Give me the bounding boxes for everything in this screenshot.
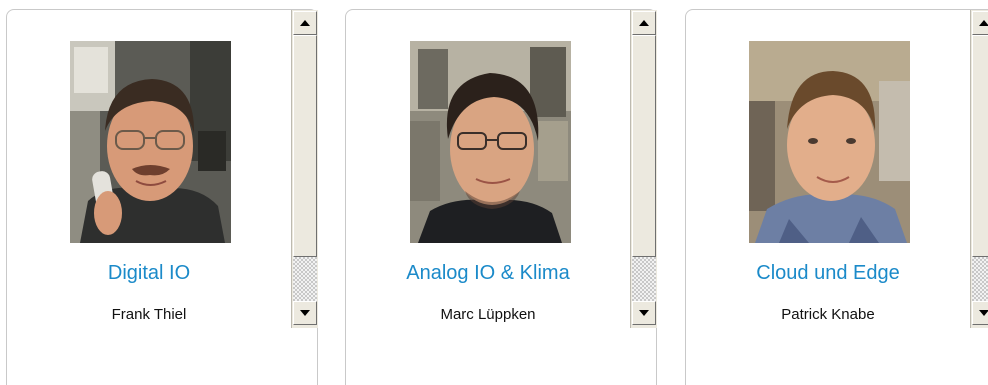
scrollbar-thumb[interactable]	[632, 35, 656, 257]
scroll-down-button[interactable]	[632, 301, 656, 325]
vertical-scrollbar[interactable]	[970, 10, 988, 328]
team-card-digital-io: Digital IO Frank Thiel	[6, 9, 318, 385]
portrait-photo-frank-thiel	[70, 41, 231, 243]
card-title[interactable]: Digital IO	[7, 261, 291, 285]
arrow-up-icon	[300, 20, 310, 26]
scroll-down-button[interactable]	[972, 301, 988, 325]
team-card-cloud-edge: Cloud und Edge Patrick Knabe	[685, 9, 988, 385]
card-person-name: Patrick Knabe	[781, 306, 875, 323]
scrollbar-track[interactable]	[972, 257, 988, 301]
card-person-name: Frank Thiel	[111, 306, 187, 323]
vertical-scrollbar[interactable]	[291, 10, 318, 328]
card-title[interactable]: Cloud und Edge	[686, 261, 970, 285]
scroll-up-button[interactable]	[972, 11, 988, 35]
scrollbar-track[interactable]	[293, 257, 317, 301]
portrait-photo-marc-lueppken	[410, 41, 571, 243]
portrait-photo-patrick-knabe	[749, 41, 910, 243]
arrow-up-icon	[979, 20, 988, 26]
arrow-down-icon	[639, 310, 649, 316]
team-card-analog-io: Analog IO & Klima Marc Lüppken	[345, 9, 657, 385]
scrollbar-thumb[interactable]	[293, 35, 317, 257]
card-person-name: Marc Lüppken	[440, 306, 536, 323]
vertical-scrollbar[interactable]	[630, 10, 657, 328]
scroll-up-button[interactable]	[293, 11, 317, 35]
scroll-up-button[interactable]	[632, 11, 656, 35]
arrow-down-icon	[979, 310, 988, 316]
card-title[interactable]: Analog IO & Klima	[346, 261, 630, 285]
scrollbar-track[interactable]	[632, 257, 656, 301]
scrollbar-thumb[interactable]	[972, 35, 988, 257]
scroll-down-button[interactable]	[293, 301, 317, 325]
arrow-down-icon	[300, 310, 310, 316]
team-card-row: Digital IO Frank Thiel Analog IO & Klima…	[0, 0, 988, 385]
arrow-up-icon	[639, 20, 649, 26]
